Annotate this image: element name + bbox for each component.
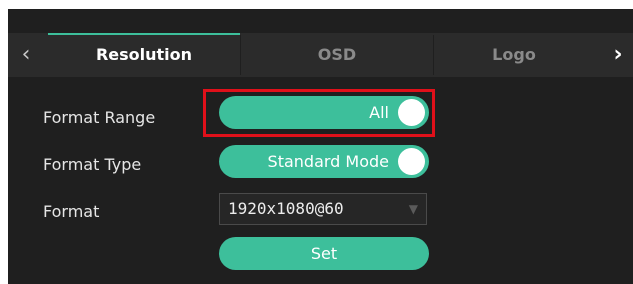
- format-select[interactable]: 1920x1080@60 ▼: [219, 193, 427, 225]
- format-type-toggle[interactable]: Standard Mode: [219, 145, 429, 178]
- chevron-down-icon: ▼: [404, 194, 418, 224]
- chevron-right-icon[interactable]: ›: [603, 33, 633, 77]
- tab-bar: ‹ Resolution OSD Logo ›: [8, 33, 633, 77]
- tab-logo[interactable]: Logo: [434, 33, 594, 77]
- toggle-knob: [398, 148, 425, 175]
- format-type-label: Format Type: [43, 155, 142, 174]
- format-range-label: Format Range: [43, 108, 156, 127]
- tab-osd[interactable]: OSD: [241, 33, 433, 77]
- tab-resolution[interactable]: Resolution: [48, 33, 240, 77]
- highlight-box: [203, 89, 435, 137]
- settings-panel: ‹ Resolution OSD Logo › Format Range All…: [8, 9, 633, 284]
- chevron-left-icon[interactable]: ‹: [8, 33, 44, 77]
- set-button[interactable]: Set: [219, 237, 429, 270]
- format-type-value: Standard Mode: [267, 152, 389, 171]
- format-label: Format: [43, 202, 100, 221]
- format-select-value: 1920x1080@60: [228, 199, 344, 218]
